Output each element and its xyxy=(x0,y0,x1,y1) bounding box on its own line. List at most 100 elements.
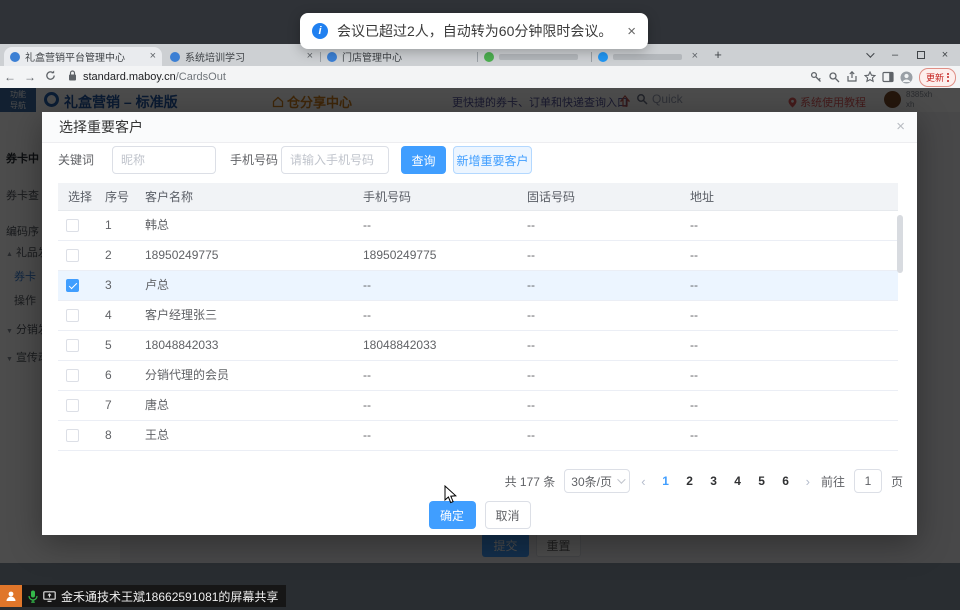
table-row[interactable]: 7 唐总 -- -- -- xyxy=(58,391,898,421)
cell-landline: -- xyxy=(517,211,680,240)
row-checkbox[interactable] xyxy=(66,309,79,322)
cell-index: 8 xyxy=(95,421,135,450)
window-minimize-button[interactable]: – xyxy=(882,44,908,66)
tab-favicon-icon xyxy=(327,52,337,62)
tab-label xyxy=(499,54,578,60)
lock-icon[interactable] xyxy=(68,68,77,86)
tab-favicon-icon xyxy=(598,52,608,62)
keyword-input[interactable] xyxy=(112,146,216,174)
back-button[interactable]: ← xyxy=(0,70,20,84)
cell-landline: -- xyxy=(517,301,680,330)
cell-mobile: -- xyxy=(353,271,517,300)
search-button[interactable]: 查询 xyxy=(401,146,446,174)
dialog-close-icon[interactable]: × xyxy=(896,119,905,134)
add-customer-button[interactable]: 新增重要客户 xyxy=(453,146,532,174)
screen-share-icon xyxy=(43,591,56,602)
tab-close-icon[interactable]: × xyxy=(150,51,156,62)
row-checkbox[interactable] xyxy=(66,399,79,412)
toast-close-icon[interactable]: × xyxy=(627,23,636,40)
profile-avatar-icon[interactable] xyxy=(900,71,913,84)
tab-label: 礼盒营销平台管理中心 xyxy=(25,49,146,64)
window-maximize-button[interactable] xyxy=(908,44,934,66)
cell-landline: -- xyxy=(517,421,680,450)
cancel-button[interactable]: 取消 xyxy=(485,501,531,529)
row-checkbox[interactable] xyxy=(66,339,79,352)
browser-tab-5[interactable]: × xyxy=(592,47,704,66)
goto-page-input[interactable] xyxy=(854,469,882,493)
cell-address: -- xyxy=(680,361,898,390)
prev-page-button[interactable]: ‹ xyxy=(639,474,647,489)
forward-button[interactable]: → xyxy=(20,70,40,84)
table-row[interactable]: 6 分销代理的会员 -- -- -- xyxy=(58,361,898,391)
cell-name: 18048842033 xyxy=(135,331,353,360)
cell-index: 3 xyxy=(95,271,135,300)
cell-address: -- xyxy=(680,241,898,270)
phone-label: 手机号码 xyxy=(230,145,278,175)
screen-share-bar: 金禾通技术王斌18662591081的屏幕共享 xyxy=(0,585,286,607)
browser-update-button[interactable]: 更新 xyxy=(919,68,956,87)
table-row[interactable]: 4 客户经理张三 -- -- -- xyxy=(58,301,898,331)
table-row[interactable]: 2 18950249775 18950249775 -- -- xyxy=(58,241,898,271)
col-index: 序号 xyxy=(95,183,135,211)
browser-tab-4[interactable] xyxy=(478,47,590,66)
row-checkbox[interactable] xyxy=(66,369,79,382)
dialog-footer: 确定 取消 xyxy=(42,501,917,529)
mouse-cursor xyxy=(444,485,457,504)
reload-icon[interactable] xyxy=(40,70,60,84)
cell-address: -- xyxy=(680,211,898,240)
col-mobile: 手机号码 xyxy=(353,183,517,211)
page-number[interactable]: 1 xyxy=(657,474,675,488)
key-icon[interactable] xyxy=(810,71,822,83)
page-size-value: 30条/页 xyxy=(571,473,612,490)
microphone-icon[interactable] xyxy=(28,590,38,603)
share-icon[interactable] xyxy=(846,71,858,83)
page-number[interactable]: 5 xyxy=(753,474,771,488)
url-input[interactable]: standard.maboy.cn/CardsOut xyxy=(83,71,226,83)
table-row[interactable]: 3 卢总 -- -- -- xyxy=(58,271,898,301)
tab-label: 系统培训学习 xyxy=(185,49,303,64)
cell-index: 6 xyxy=(95,361,135,390)
page-number[interactable]: 3 xyxy=(705,474,723,488)
customer-table: 选择 序号 客户名称 手机号码 固话号码 地址 1 韩总 -- -- -- 2 … xyxy=(58,183,898,451)
side-panel-icon[interactable] xyxy=(882,71,894,83)
page-number[interactable]: 4 xyxy=(729,474,747,488)
table-row[interactable]: 5 18048842033 18048842033 -- -- xyxy=(58,331,898,361)
cell-address: -- xyxy=(680,301,898,330)
new-tab-button[interactable]: + xyxy=(710,47,726,63)
window-close-button[interactable]: × xyxy=(932,44,958,66)
browser-tab-3[interactable]: 门店管理中心 xyxy=(321,47,476,66)
cell-landline: -- xyxy=(517,241,680,270)
row-checkbox[interactable] xyxy=(66,429,79,442)
tab-close-icon[interactable]: × xyxy=(692,51,698,62)
table-scrollbar[interactable] xyxy=(897,215,903,273)
phone-input[interactable] xyxy=(281,146,389,174)
row-checkbox[interactable] xyxy=(66,219,79,232)
page-size-select[interactable]: 30条/页 xyxy=(564,469,630,493)
next-page-button[interactable]: › xyxy=(804,474,812,489)
cell-landline: -- xyxy=(517,271,680,300)
select-customer-dialog: 选择重要客户 × 关键词 手机号码 查询 新增重要客户 选择 序号 客户名称 手… xyxy=(42,112,917,535)
row-checkbox[interactable] xyxy=(66,279,79,292)
desktop: 礼盒营销平台管理中心 × 系统培训学习 × 门店管理中心 × + – × xyxy=(0,0,960,610)
confirm-button[interactable]: 确定 xyxy=(429,501,476,529)
goto-label: 前往 xyxy=(821,473,845,490)
cell-address: -- xyxy=(680,271,898,300)
page-number[interactable]: 6 xyxy=(777,474,795,488)
page-number[interactable]: 2 xyxy=(681,474,699,488)
cell-name: 18950249775 xyxy=(135,241,353,270)
table-row[interactable]: 8 王总 -- -- -- xyxy=(58,421,898,451)
bookmark-star-icon[interactable] xyxy=(864,71,876,83)
browser-tab-1[interactable]: 礼盒营销平台管理中心 × xyxy=(4,47,162,66)
menu-kebab-icon xyxy=(947,73,949,82)
window-menu-icon[interactable] xyxy=(856,44,882,66)
cell-address: -- xyxy=(680,391,898,420)
zoom-icon[interactable] xyxy=(828,71,840,83)
tab-close-icon[interactable]: × xyxy=(307,51,313,62)
cell-name: 王总 xyxy=(135,421,353,450)
table-row[interactable]: 1 韩总 -- -- -- xyxy=(58,211,898,241)
cell-mobile: -- xyxy=(353,421,517,450)
cell-mobile: -- xyxy=(353,301,517,330)
row-checkbox[interactable] xyxy=(66,249,79,262)
browser-tab-2[interactable]: 系统培训学习 × xyxy=(164,47,319,66)
cell-index: 1 xyxy=(95,211,135,240)
